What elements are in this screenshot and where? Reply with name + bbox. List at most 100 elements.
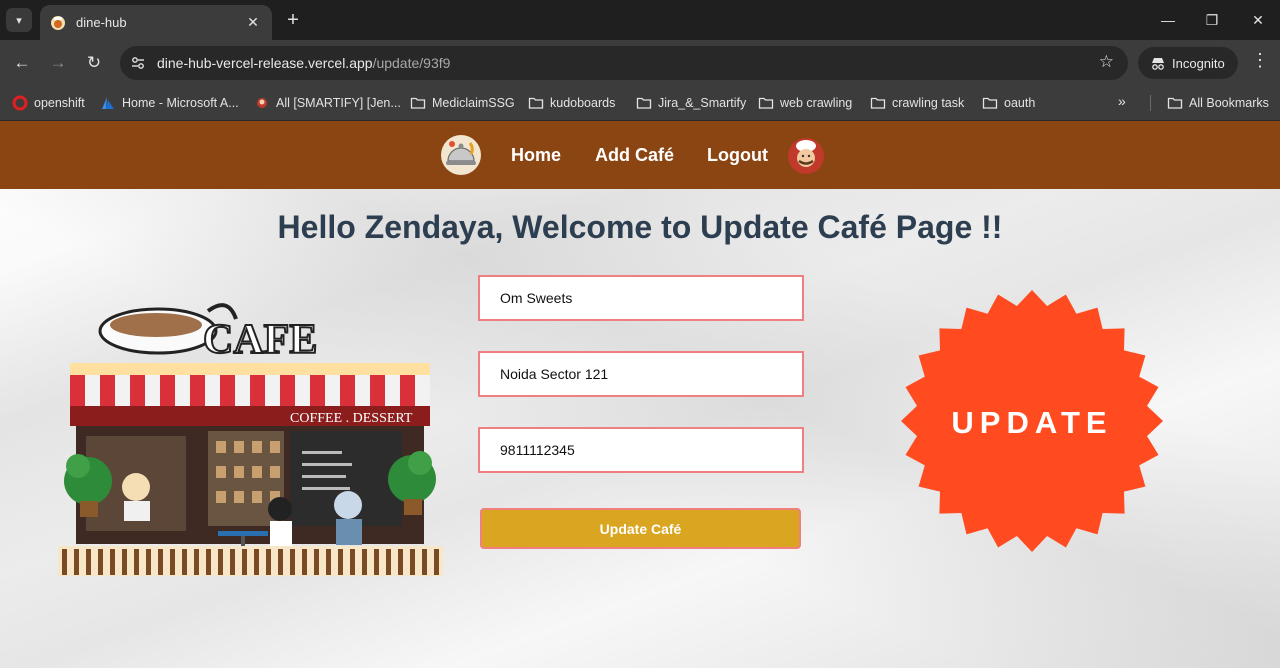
awning-stripe — [415, 375, 430, 406]
awning-stripe — [205, 375, 220, 406]
awning-stripe — [265, 375, 280, 406]
folder-icon — [982, 97, 998, 109]
reload-icon[interactable]: ↻ — [81, 50, 107, 76]
fence-post — [74, 549, 79, 575]
update-cafe-button[interactable]: Update Café — [480, 508, 801, 549]
bookmark-label: Jira_&_Smartify — [658, 96, 747, 110]
cafe-location-field[interactable] — [478, 351, 804, 397]
cafe-name-field[interactable] — [478, 275, 804, 321]
bookmark-label: MediclaimSSG — [432, 96, 515, 110]
fence-post — [206, 549, 211, 575]
fence-post — [350, 549, 355, 575]
awning-stripe — [295, 375, 310, 406]
folder-icon — [410, 97, 426, 109]
fence-post — [254, 549, 259, 575]
folder-icon — [1167, 97, 1183, 109]
incognito-icon — [1152, 58, 1164, 70]
nav-logout-link[interactable]: Logout — [707, 145, 768, 166]
awning-stripe — [100, 375, 115, 406]
fence-post — [302, 549, 307, 575]
cafe-storefront-illustration: CAFE COFFEE . DESSERT — [58, 303, 443, 576]
update-badge-text: UPDATE — [951, 405, 1112, 440]
update-badge-seal: UPDATE — [901, 290, 1163, 552]
bookmark-label: All [SMARTIFY] [Jen... — [276, 96, 401, 110]
openshift-icon — [12, 95, 28, 111]
url-text: dine-hub-vercel-release.vercel.app/updat… — [157, 55, 450, 71]
browser-tab[interactable]: dine-hub ✕ — [40, 5, 272, 40]
fence-post — [146, 549, 151, 575]
fence-post — [182, 549, 187, 575]
fence-post — [326, 549, 331, 575]
awning-stripe — [325, 375, 340, 406]
folder-icon — [636, 97, 652, 109]
bookmark-mediclaimssg[interactable]: MediclaimSSG — [410, 93, 515, 113]
bookmark-star-icon[interactable]: ☆ — [1099, 52, 1114, 72]
back-icon[interactable]: ← — [9, 50, 35, 76]
awning-stripe — [130, 375, 145, 406]
minimize-icon[interactable]: — — [1153, 8, 1183, 32]
fence-post — [290, 549, 295, 575]
cloche-logo-icon[interactable] — [440, 134, 482, 176]
close-tab-icon[interactable]: ✕ — [244, 14, 262, 31]
cafe-phone-field[interactable] — [478, 427, 804, 473]
folder-icon — [528, 97, 544, 109]
awning-stripe — [85, 375, 100, 406]
bookmark-jenkins[interactable]: All [SMARTIFY] [Jen... — [254, 93, 401, 113]
awning-stripe — [280, 375, 295, 406]
chef-avatar-icon[interactable] — [787, 137, 825, 175]
jenkins-icon — [257, 98, 267, 108]
bookmark-jira-smartify[interactable]: Jira_&_Smartify — [636, 93, 746, 113]
awning-stripe — [310, 375, 325, 406]
bookmark-label: web crawling — [780, 96, 853, 110]
site-navbar: Home Add Café Logout — [0, 121, 1280, 189]
fence-post — [434, 549, 439, 575]
nav-add-cafe-link[interactable]: Add Café — [595, 145, 674, 166]
site-info-icon[interactable] — [130, 55, 146, 71]
awning-stripe — [235, 375, 250, 406]
cafe-sign-text: CAFE — [203, 317, 317, 363]
bookmark-azure[interactable]: Home - Microsoft A... — [100, 93, 239, 113]
incognito-label: Incognito — [1172, 55, 1225, 71]
nav-home-link[interactable]: Home — [511, 145, 561, 166]
folder-icon — [758, 97, 774, 109]
browser-tab-bar: ▾ dine-hub ✕ + — ❐ ✕ — [0, 0, 1280, 40]
fence-post — [98, 549, 103, 575]
forward-icon[interactable]: → — [45, 50, 71, 76]
awning-stripe — [355, 375, 370, 406]
bookmark-oauth[interactable]: oauth — [982, 93, 1035, 113]
fence-post — [110, 549, 115, 575]
new-tab-icon[interactable]: + — [282, 8, 304, 32]
awning-stripe — [250, 375, 265, 406]
address-bar[interactable]: dine-hub-vercel-release.vercel.app/updat… — [120, 46, 1128, 80]
bookmark-label: openshift — [34, 96, 85, 110]
fence-post — [218, 549, 223, 575]
bookmark-web-crawling[interactable]: web crawling — [758, 93, 852, 113]
fence-post — [122, 549, 127, 575]
bookmark-openshift[interactable]: openshift — [12, 93, 85, 113]
awning-stripe — [370, 375, 385, 406]
fence-post — [242, 549, 247, 575]
awning-stripe — [175, 375, 190, 406]
fence-post — [194, 549, 199, 575]
all-bookmarks[interactable]: All Bookmarks — [1167, 93, 1269, 113]
browser-menu-icon[interactable]: ⋮ — [1250, 50, 1270, 71]
close-window-icon[interactable]: ✕ — [1243, 8, 1273, 32]
incognito-button[interactable]: Incognito — [1138, 47, 1238, 79]
bookmark-kudoboards[interactable]: kudoboards — [528, 93, 615, 113]
tab-search-icon[interactable]: ▾ — [6, 8, 32, 32]
bookmark-label: crawling task — [892, 96, 965, 110]
fence-post — [86, 549, 91, 575]
awning-stripe — [385, 375, 400, 406]
awning-stripe — [190, 375, 205, 406]
bookmarks-divider — [1150, 95, 1151, 111]
bookmark-crawling-task[interactable]: crawling task — [870, 93, 964, 113]
more-bookmarks-icon[interactable]: » — [1118, 93, 1126, 109]
fence-post — [398, 549, 403, 575]
awning-stripe — [340, 375, 355, 406]
awning-stripe — [400, 375, 415, 406]
all-bookmarks-label: All Bookmarks — [1189, 96, 1269, 110]
browser-toolbar: ← → ↻ dine-hub-vercel-release.vercel.app… — [0, 40, 1280, 85]
fence-post — [410, 549, 415, 575]
restore-icon[interactable]: ❐ — [1197, 8, 1227, 32]
azure-icon — [102, 97, 114, 109]
